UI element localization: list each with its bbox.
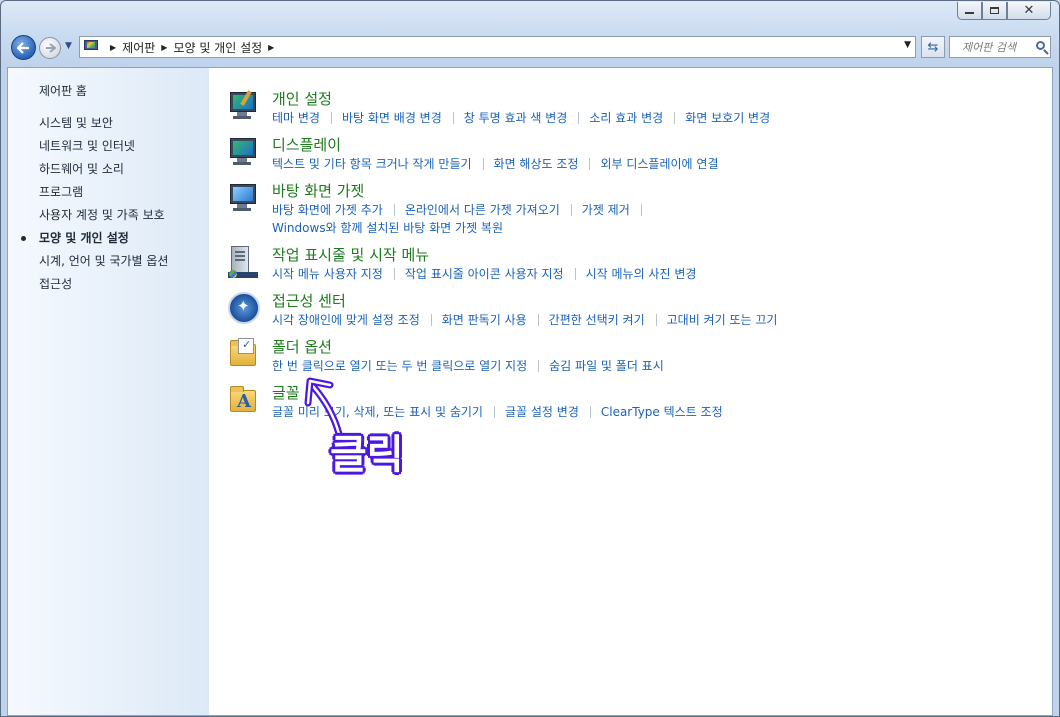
- address-dropdown-icon[interactable]: ▼: [904, 40, 911, 50]
- category-display: 디스플레이 텍스트 및 기타 항목 크거나 작게 만들기 화면 해상도 조정 외부 …: [228, 132, 1028, 178]
- breadcrumb-control-panel[interactable]: 제어판: [122, 39, 155, 56]
- task-link[interactable]: 글꼴 설정 변경: [505, 405, 579, 419]
- personalization-icon[interactable]: [228, 90, 260, 122]
- task-link[interactable]: 시각 장애인에 맞게 설정 조정: [272, 313, 420, 327]
- recent-pages-dropdown[interactable]: ▼: [65, 41, 72, 51]
- sidebar-item-clock-language[interactable]: 시계, 언어 및 국가별 옵션: [39, 253, 168, 276]
- task-link[interactable]: 외부 디스플레이에 연결: [600, 157, 718, 171]
- category-links: 시각 장애인에 맞게 설정 조정 화면 판독기 사용 간편한 선택키 켜기 고대비 켜…: [272, 311, 1012, 329]
- ease-of-access-icon[interactable]: [228, 292, 260, 324]
- address-bar[interactable]: ▶ 제어판 ▶ 모양 및 개인 설정 ▶ ▼: [79, 36, 916, 58]
- arrow-right-icon: [45, 43, 56, 53]
- task-link[interactable]: 바탕 화면에 가젯 추가: [272, 203, 383, 217]
- sidebar-item-appearance: 모양 및 개인 설정: [20, 230, 168, 253]
- chevron-right-icon[interactable]: ▶: [110, 43, 116, 52]
- window-controls: ✕: [957, 2, 1051, 20]
- category-title[interactable]: 글꼴: [272, 382, 300, 403]
- category-title[interactable]: 작업 표시줄 및 시작 메뉴: [272, 244, 429, 265]
- refresh-button[interactable]: ⇆: [921, 36, 945, 58]
- close-icon: ✕: [1023, 3, 1035, 18]
- category-gadgets: 바탕 화면 가젯 바탕 화면에 가젯 추가 온라인에서 다른 가젯 가져오기 가젯 …: [228, 178, 1028, 242]
- arrow-left-icon: [17, 41, 29, 54]
- task-link[interactable]: 간편한 선택키 켜기: [549, 313, 645, 327]
- control-panel-icon: [84, 40, 100, 54]
- task-link[interactable]: 숨김 파일 및 폴더 표시: [549, 359, 664, 373]
- category-links: 바탕 화면에 가젯 추가 온라인에서 다른 가젯 가져오기 가젯 제거 Windows…: [272, 201, 1012, 237]
- task-link[interactable]: 테마 변경: [272, 111, 320, 125]
- maximize-button[interactable]: [982, 2, 1007, 20]
- task-link[interactable]: 화면 판독기 사용: [442, 313, 527, 327]
- task-link[interactable]: 가젯 제거: [582, 203, 630, 217]
- sidebar-category-list: 시스템 및 보안 네트워크 및 인터넷 하드웨어 및 소리 프로그램 사용자 계…: [20, 115, 168, 299]
- category-links: 테마 변경 바탕 화면 배경 변경 창 투명 효과 색 변경 소리 효과 변경 화면 보…: [272, 109, 1012, 127]
- maximize-icon: [990, 7, 999, 14]
- display-icon[interactable]: [228, 136, 260, 168]
- taskbar-icon[interactable]: [228, 246, 260, 278]
- back-button[interactable]: [11, 35, 36, 60]
- navigation-bar: ▼ ▶ 제어판 ▶ 모양 및 개인 설정 ▶ ▼ ⇆: [9, 34, 1051, 60]
- category-ease-of-access: 접근성 센터 시각 장애인에 맞게 설정 조정 화면 판독기 사용 간편한 선택키 …: [228, 288, 1028, 334]
- task-link[interactable]: 고대비 켜기 또는 끄기: [667, 313, 778, 327]
- folder-options-icon[interactable]: [228, 338, 260, 370]
- sidebar-item-programs[interactable]: 프로그램: [39, 184, 168, 207]
- forward-button[interactable]: [39, 37, 61, 59]
- task-link[interactable]: 온라인에서 다른 가젯 가져오기: [405, 203, 560, 217]
- task-link[interactable]: 바탕 화면 배경 변경: [342, 111, 442, 125]
- sidebar-item-network-internet[interactable]: 네트워크 및 인터넷: [39, 138, 168, 161]
- category-title[interactable]: 폴더 옵션: [272, 336, 332, 357]
- search-box[interactable]: [949, 36, 1051, 58]
- task-link[interactable]: 화면 해상도 조정: [494, 157, 579, 171]
- category-title[interactable]: 디스플레이: [272, 134, 341, 155]
- sidebar-item-hardware-sound[interactable]: 하드웨어 및 소리: [39, 161, 168, 184]
- category-links: 텍스트 및 기타 항목 크거나 작게 만들기 화면 해상도 조정 외부 디스플레이에…: [272, 155, 1012, 173]
- fonts-icon[interactable]: A: [228, 384, 260, 416]
- category-links: 시작 메뉴 사용자 지정 작업 표시줄 아이콘 사용자 지정 시작 메뉴의 사진 변…: [272, 265, 1012, 283]
- breadcrumb-appearance[interactable]: 모양 및 개인 설정: [173, 39, 262, 56]
- minimize-icon: [965, 12, 974, 14]
- task-link[interactable]: 시작 메뉴의 사진 변경: [586, 267, 697, 281]
- task-link[interactable]: 시작 메뉴 사용자 지정: [272, 267, 383, 281]
- sidebar-item-user-accounts[interactable]: 사용자 계정 및 가족 보호: [39, 207, 168, 230]
- task-link[interactable]: 창 투명 효과 색 변경: [464, 111, 568, 125]
- sidebar-item-system-security[interactable]: 시스템 및 보안: [39, 115, 168, 138]
- gadgets-icon[interactable]: [228, 182, 260, 214]
- chevron-right-icon[interactable]: ▶: [268, 43, 274, 52]
- task-link[interactable]: 한 번 클릭으로 열기 또는 두 번 클릭으로 열기 지정: [272, 359, 527, 373]
- control-panel-window: ✕ ▼ ▶ 제어판 ▶ 모양 및 개인 설정 ▶ ▼ ⇆ 제어판 홈 시스템: [0, 0, 1060, 717]
- search-input[interactable]: [960, 39, 1040, 55]
- category-taskbar: 작업 표시줄 및 시작 메뉴 시작 메뉴 사용자 지정 작업 표시줄 아이콘 사용…: [228, 242, 1028, 288]
- sidebar: 제어판 홈 시스템 및 보안 네트워크 및 인터넷 하드웨어 및 소리 프로그램…: [8, 68, 209, 715]
- search-icon[interactable]: [1036, 41, 1045, 50]
- refresh-icon: ⇆: [927, 39, 939, 55]
- task-link[interactable]: 텍스트 및 기타 항목 크거나 작게 만들기: [272, 157, 472, 171]
- category-links: 한 번 클릭으로 열기 또는 두 번 클릭으로 열기 지정 숨김 파일 및 폴더 …: [272, 357, 1012, 375]
- chevron-right-icon[interactable]: ▶: [161, 43, 167, 52]
- category-title[interactable]: 바탕 화면 가젯: [272, 180, 364, 201]
- annotation-click-label: 클릭: [330, 432, 404, 478]
- category-title[interactable]: 개인 설정: [272, 88, 332, 109]
- task-link[interactable]: 화면 보호기 변경: [685, 111, 770, 125]
- content-area: 제어판 홈 시스템 및 보안 네트워크 및 인터넷 하드웨어 및 소리 프로그램…: [7, 67, 1053, 716]
- close-button[interactable]: ✕: [1007, 2, 1051, 20]
- category-title[interactable]: 접근성 센터: [272, 290, 346, 311]
- task-link[interactable]: ClearType 텍스트 조정: [601, 405, 723, 419]
- task-link[interactable]: 작업 표시줄 아이콘 사용자 지정: [405, 267, 564, 281]
- task-link[interactable]: Windows와 함께 설치된 바탕 화면 가젯 복원: [272, 221, 503, 235]
- category-links: 글꼴 미리 보기, 삭제, 또는 표시 및 숨기기 글꼴 설정 변경 ClearTy…: [272, 403, 1012, 421]
- sidebar-home-link[interactable]: 제어판 홈: [39, 82, 87, 99]
- category-personalization: 개인 설정 테마 변경 바탕 화면 배경 변경 창 투명 효과 색 변경 소리 효과 …: [228, 86, 1028, 132]
- minimize-button[interactable]: [957, 2, 982, 20]
- task-link[interactable]: 소리 효과 변경: [589, 111, 663, 125]
- sidebar-item-ease-of-access[interactable]: 접근성: [39, 276, 168, 299]
